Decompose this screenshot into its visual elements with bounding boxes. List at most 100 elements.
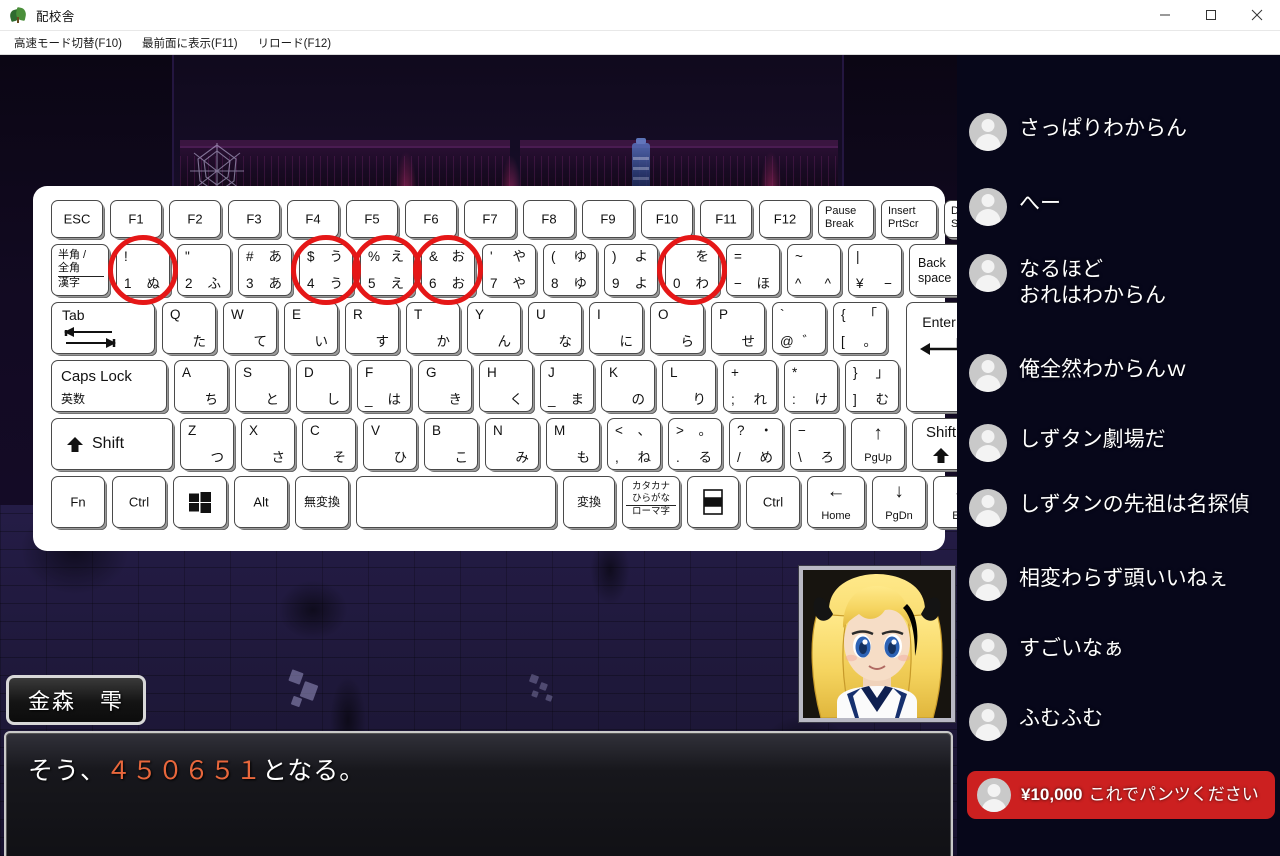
key-4[interactable]: $4 うう (299, 244, 353, 296)
key-v[interactable]: Vひ (363, 418, 417, 470)
key-esc[interactable]: ESC (51, 200, 103, 238)
key-p[interactable]: Pせ (711, 302, 765, 354)
key-o[interactable]: Oら (650, 302, 704, 354)
maximize-button[interactable] (1188, 0, 1234, 31)
key-comma[interactable]: <, 、ね (607, 418, 661, 470)
key-at[interactable]: ` @ ゛ (772, 302, 826, 354)
key-backslash[interactable]: − \ ろ (790, 418, 844, 470)
key-f2[interactable]: F2 (169, 200, 221, 238)
key-f9[interactable]: F9 (582, 200, 634, 238)
key-e[interactable]: Eい (284, 302, 338, 354)
key-n[interactable]: Nみ (485, 418, 539, 470)
minimize-button[interactable] (1142, 0, 1188, 31)
key-caret[interactable]: ~ ^ ^ (787, 244, 841, 296)
key-left[interactable]: ← Home (807, 476, 865, 528)
key-katakana-hiragana[interactable]: カタカナ ひらがな ローマ字 (622, 476, 680, 528)
key-insert[interactable]: Insert PrtScr (881, 200, 937, 238)
key-g[interactable]: Gき (418, 360, 472, 412)
key-f4[interactable]: F4 (287, 200, 339, 238)
key-shift-left[interactable]: Shift (51, 418, 173, 470)
key-f12[interactable]: F12 (759, 200, 811, 238)
key-9[interactable]: ) 9 よよ (604, 244, 658, 296)
key-caps-lock[interactable]: Caps Lock 英数 (51, 360, 167, 412)
key-h[interactable]: Hく (479, 360, 533, 412)
key-slash[interactable]: ? / ・め (729, 418, 783, 470)
key-right[interactable]: → End (933, 476, 957, 528)
key-henkan[interactable]: 変換 (563, 476, 615, 528)
menu-reload[interactable]: リロード(F12) (248, 35, 341, 51)
key-ctrl-left[interactable]: Ctrl (112, 476, 166, 528)
key-s[interactable]: Sと (235, 360, 289, 412)
key-alt[interactable]: Alt (234, 476, 288, 528)
close-button[interactable] (1234, 0, 1280, 31)
key-z[interactable]: Zつ (180, 418, 234, 470)
key-f7[interactable]: F7 (464, 200, 516, 238)
key-5[interactable]: % 5 ええ (360, 244, 414, 296)
key-y[interactable]: Yん (467, 302, 521, 354)
key-t[interactable]: Tか (406, 302, 460, 354)
chat-message-text: ふむふむ (1019, 707, 1103, 730)
key-i[interactable]: Iに (589, 302, 643, 354)
key-w-br: て (253, 333, 268, 349)
key-muhenkan-c: 無変換 (303, 495, 341, 509)
game-viewport[interactable]: ESC F1 F2 F3 F4 F5 F6 F7 F8 F9 F10 F11 F12 Pause Break… (0, 55, 957, 856)
key-f11[interactable]: F11 (700, 200, 752, 238)
key-tab[interactable]: Tab (51, 302, 155, 354)
key-q[interactable]: Qた (162, 302, 216, 354)
key-pause[interactable]: Pause Break (818, 200, 874, 238)
key-pause-stack: Pause Break (825, 205, 857, 231)
chat-sidebar[interactable]: さっぱりわからん へー なるほど おれはわからん 俺全然わからんｗ しずタン劇場だ しずタン… (957, 55, 1280, 856)
key-2[interactable]: " 2 ふ (177, 244, 231, 296)
key-f6[interactable]: F6 (405, 200, 457, 238)
key-8[interactable]: (8 ゆゆ (543, 244, 597, 296)
key-delete[interactable]: DeleteSysRq (944, 200, 957, 238)
key-0[interactable]: 0をわ (665, 244, 719, 296)
key-colon[interactable]: *: け (784, 360, 838, 412)
key-down[interactable]: ↓ PgDn (872, 476, 926, 528)
key-w[interactable]: Wて (223, 302, 277, 354)
key-f5[interactable]: F5 (346, 200, 398, 238)
key-d[interactable]: Dし (296, 360, 350, 412)
key-enter[interactable]: Enter (906, 302, 957, 412)
key-backspace[interactable]: Back space (909, 244, 957, 296)
key-6[interactable]: & 6 おお (421, 244, 475, 296)
key-3[interactable]: #3 ああ (238, 244, 292, 296)
key-f1[interactable]: F1 (110, 200, 162, 238)
key-menu[interactable] (687, 476, 739, 528)
avatar (969, 633, 1007, 671)
menu-always-on-top[interactable]: 最前面に表示(F11) (132, 35, 248, 51)
key-bracket-left[interactable]: {[「。 (833, 302, 887, 354)
key-yen[interactable]: | ¥ − (848, 244, 902, 296)
menu-fast-mode-toggle[interactable]: 高速モード切替(F10) (4, 35, 132, 51)
key-f8[interactable]: F8 (523, 200, 575, 238)
key-f3[interactable]: F3 (228, 200, 280, 238)
key-minus[interactable]: = − ほ (726, 244, 780, 296)
key-m[interactable]: Mも (546, 418, 600, 470)
key-semicolon[interactable]: +; れ (723, 360, 777, 412)
key-f[interactable]: F _ は (357, 360, 411, 412)
key-muhenkan[interactable]: 無変換 (295, 476, 349, 528)
key-k[interactable]: Kの (601, 360, 655, 412)
key-r[interactable]: Rす (345, 302, 399, 354)
key-l[interactable]: Lり (662, 360, 716, 412)
key-period[interactable]: >. 。る (668, 418, 722, 470)
key-j[interactable]: J _ ま (540, 360, 594, 412)
key-ctrl-right[interactable]: Ctrl (746, 476, 800, 528)
keyboard-overlay[interactable]: ESC F1 F2 F3 F4 F5 F6 F7 F8 F9 F10 F11 F12 Pause Break… (33, 186, 957, 551)
key-b[interactable]: Bこ (424, 418, 478, 470)
key-c[interactable]: Cそ (302, 418, 356, 470)
dialogue-box[interactable]: そう、４５０６５１となる。 (4, 731, 953, 856)
key-u[interactable]: Uな (528, 302, 582, 354)
key-x[interactable]: Xさ (241, 418, 295, 470)
key-windows[interactable] (173, 476, 227, 528)
key-space[interactable] (356, 476, 556, 528)
key-a[interactable]: Aち (174, 360, 228, 412)
key-fn[interactable]: Fn (51, 476, 105, 528)
key-up[interactable]: ↑ PgUp (851, 418, 905, 470)
key-f10[interactable]: F10 (641, 200, 693, 238)
key-7[interactable]: ' 7 やや (482, 244, 536, 296)
key-shift-right[interactable]: Shift (912, 418, 957, 470)
key-hankaku-zenkaku[interactable]: 半角 / 全角 漢字 (51, 244, 109, 296)
key-1[interactable]: ! 1 ぬ (116, 244, 170, 296)
key-bracket-right[interactable]: }] 」む (845, 360, 899, 412)
